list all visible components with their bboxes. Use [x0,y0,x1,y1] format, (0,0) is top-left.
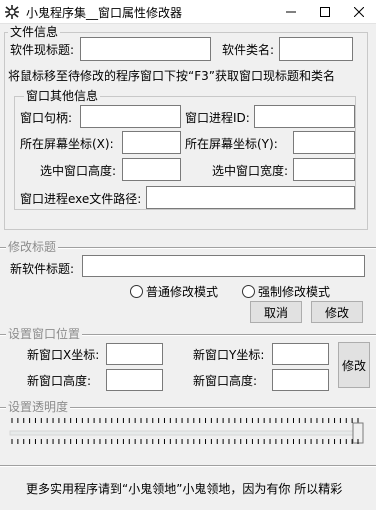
modify-position-button[interactable]: 修改 [338,342,370,388]
app-icon [5,5,19,19]
selected-height-label: 选中窗口高度: [40,164,117,178]
exe-path-label: 窗口进程exe文件路径: [20,192,142,206]
selected-height-field[interactable] [122,158,181,181]
new-height-label: 新窗口高度: [27,374,92,388]
new-y-label: 新窗口Y坐标: [193,348,265,362]
software-title-label: 软件现标题: [10,43,75,57]
footer-text: 更多实用程序请到“小鬼领地”小鬼领地，因为有你 所以精彩 [26,482,343,496]
new-height2-label: 新窗口高度: [193,374,258,388]
class-name-field[interactable] [279,37,353,61]
force-mode-radio[interactable] [242,285,255,298]
selected-width-label: 选中窗口宽度: [212,164,289,178]
new-title-label: 新软件标题: [10,262,75,276]
position-legend: 设置窗口位置 [6,327,83,341]
handle-label: 窗口句柄: [20,111,73,125]
process-id-label: 窗口进程ID: [185,111,250,125]
handle-field[interactable] [80,105,181,128]
maximize-icon [320,7,330,17]
minimize-button[interactable] [274,0,308,24]
slider-track [9,430,359,436]
exe-path-field[interactable] [146,186,355,209]
modify-title-legend: 修改标题 [6,240,59,254]
normal-mode-label: 普通修改模式 [146,285,219,299]
minimize-icon [286,11,296,13]
footer-divider [0,465,376,467]
new-height-field[interactable] [106,369,163,391]
cancel-button[interactable]: 取消 [250,301,302,323]
selected-width-field[interactable] [293,158,355,181]
new-x-field[interactable] [106,343,163,365]
screen-y-field[interactable] [293,131,355,154]
screen-x-field[interactable] [122,131,181,154]
screen-y-label: 所在屏幕坐标(Y): [185,137,278,151]
f3-hint-text: 将鼠标移至待修改的程序窗口下按“F3”获取窗口现标题和类名 [8,69,335,83]
new-title-field[interactable] [82,255,365,277]
slider-ticks-top [11,418,359,423]
normal-mode-radio[interactable] [130,285,143,298]
slider-ticks-bottom [11,439,359,444]
new-height2-field[interactable] [272,369,329,391]
close-icon [354,7,364,17]
maximize-button[interactable] [308,0,342,24]
file-info-legend: 文件信息 [8,25,61,39]
modify-title-button[interactable]: 修改 [311,301,363,323]
process-id-field[interactable] [254,105,355,128]
window-title: 小鬼程序集__窗口属性修改器 [26,6,183,20]
software-title-field[interactable] [80,37,211,61]
transparency-legend: 设置透明度 [6,400,71,414]
force-mode-label: 强制修改模式 [258,285,331,299]
new-y-field[interactable] [272,343,329,365]
close-button[interactable] [342,0,376,24]
screen-x-label: 所在屏幕坐标(X): [20,137,114,151]
transparency-slider[interactable] [8,414,368,444]
other-info-legend: 窗口其他信息 [24,89,101,103]
class-name-label: 软件类名: [222,43,275,57]
new-x-label: 新窗口X坐标: [27,348,100,362]
